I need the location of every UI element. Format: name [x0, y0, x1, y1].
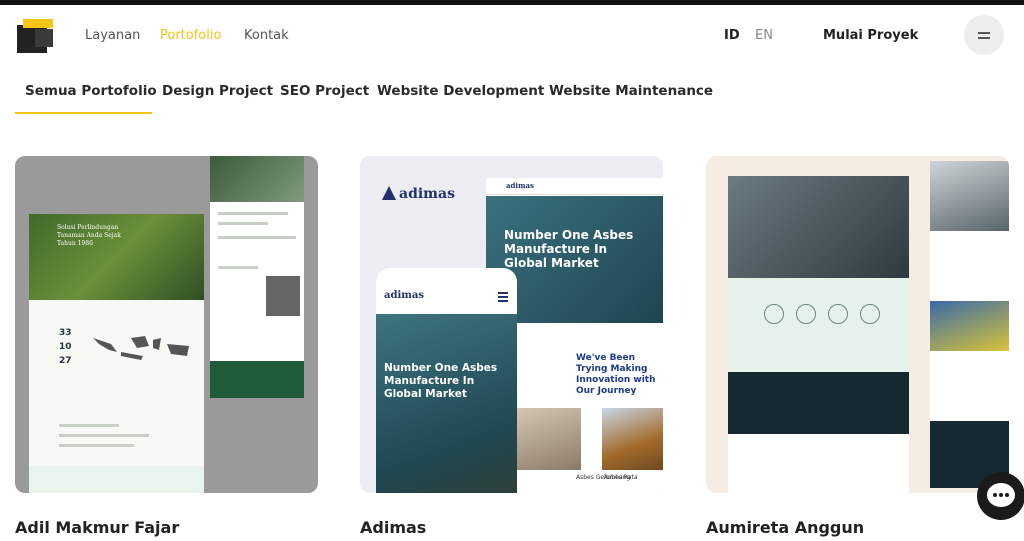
website-preview-side	[210, 156, 304, 398]
tab-all-portfolio[interactable]: Semua Portofolio	[25, 83, 157, 99]
tab-website-development[interactable]: Website Development	[377, 83, 544, 99]
preview-hero-text: Solusi Perlindungan Tanaman Anda Sejak T…	[57, 224, 121, 247]
nav-item-portofolio[interactable]: Portofolio	[160, 28, 221, 43]
preview-caption: Asbes Rata	[604, 474, 638, 481]
portfolio-title[interactable]: Aumireta Anggun	[706, 518, 864, 537]
portfolio-card-aumireta-anggun[interactable]	[706, 156, 1009, 493]
preview-mobile-headline: Number One Asbes Manufacture In Global M…	[384, 362, 498, 400]
top-border	[0, 0, 1024, 5]
portfolio-title[interactable]: Adimas	[360, 518, 426, 537]
adimas-logo: adimas	[382, 186, 455, 202]
chat-widget-button[interactable]	[977, 472, 1024, 520]
logo[interactable]	[17, 19, 53, 53]
lang-en[interactable]: EN	[755, 28, 773, 43]
nav-item-kontak[interactable]: Kontak	[244, 28, 289, 43]
tab-design-project[interactable]: Design Project	[162, 83, 273, 99]
start-project-button[interactable]: Mulai Proyek	[823, 28, 918, 43]
website-preview-mobile: adimas Number One Asbes Manufacture In G…	[376, 268, 517, 493]
website-preview: Solusi Perlindungan Tanaman Anda Sejak T…	[29, 214, 204, 493]
portfolio-card-adil-makmur-fajar[interactable]: Solusi Perlindungan Tanaman Anda Sejak T…	[15, 156, 318, 493]
preview-subheadline: We've Been Trying Making Innovation with…	[576, 353, 656, 396]
portfolio-filter-tabs: Semua Portofolio Design Project SEO Proj…	[0, 83, 1024, 115]
indonesia-map-icon	[93, 336, 189, 360]
tab-seo-project[interactable]: SEO Project	[280, 83, 369, 99]
portfolio-card-adimas[interactable]: adimas adimas Number One Asbes Manufactu…	[360, 156, 663, 493]
menu-button[interactable]	[964, 15, 1004, 55]
portfolio-title[interactable]: Adil Makmur Fajar	[15, 518, 179, 537]
website-preview-side	[930, 161, 1009, 488]
tab-website-maintenance[interactable]: Website Maintenance	[549, 83, 713, 99]
active-tab-indicator	[15, 112, 152, 114]
nav-item-layanan[interactable]: Layanan	[85, 28, 140, 43]
preview-stats: 33 10 27	[59, 328, 72, 366]
preview-headline: Number One Asbes Manufacture In Global M…	[504, 228, 634, 270]
lang-id[interactable]: ID	[724, 28, 740, 43]
website-preview	[728, 176, 909, 493]
